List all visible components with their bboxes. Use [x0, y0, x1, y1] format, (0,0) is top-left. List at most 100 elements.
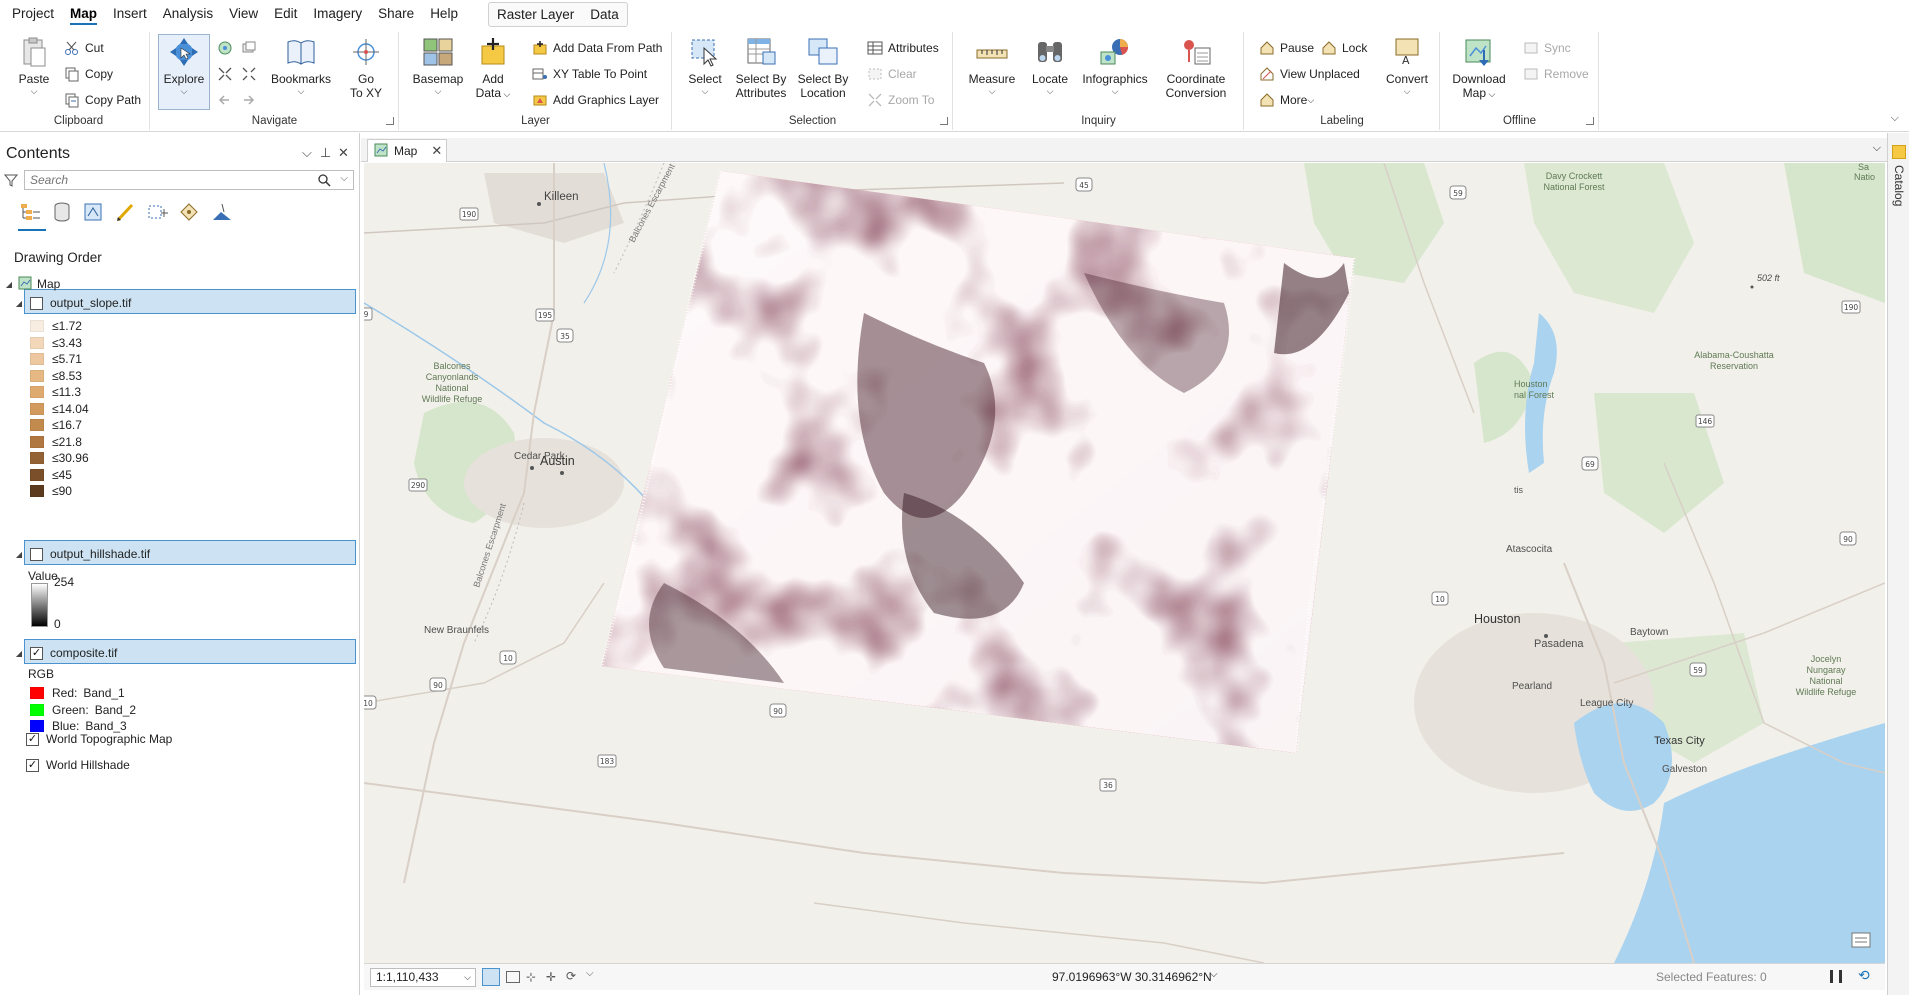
menu-tab-map[interactable]: Map [62, 0, 105, 28]
map-notes-icon[interactable] [1851, 932, 1871, 948]
basemap-label: Basemap [412, 72, 464, 86]
menu-tab-insert[interactable]: Insert [105, 0, 155, 28]
close-tab-icon[interactable]: ✕ [431, 143, 442, 159]
offline-dialog-launcher[interactable] [1586, 117, 1594, 125]
add-graphics-layer-button[interactable]: Add Graphics Layer [532, 90, 659, 110]
menu-tab-imagery[interactable]: Imagery [305, 0, 370, 28]
attributes-label: Attributes [888, 41, 939, 55]
options-chevron-icon[interactable]: ⌵ [586, 968, 594, 979]
context-tab-raster-layer[interactable]: Raster Layer [489, 3, 582, 26]
crosshair-toggle-icon[interactable]: ✛ [546, 970, 556, 984]
list-by-selection-icon[interactable] [82, 201, 114, 225]
sync-button[interactable]: Sync [1523, 38, 1571, 58]
menu-tab-help[interactable]: Help [422, 0, 466, 28]
layer-visibility-checkbox[interactable]: ✓ [30, 646, 43, 660]
search-icon[interactable] [318, 174, 331, 190]
layer-composite[interactable]: ◢ ✓ composite.tif [14, 642, 117, 664]
basemap-button[interactable]: Basemap ⌵ [408, 36, 468, 96]
expand-chevron-icon[interactable]: ◢ [14, 649, 24, 658]
layer-visibility-checkbox[interactable]: ✓ [26, 732, 39, 746]
scale-selector[interactable]: 1:1,110,433 ⌵ [370, 968, 476, 987]
bookmarks-button[interactable]: Bookmarks ⌵ [269, 36, 333, 96]
menu-tab-view[interactable]: View [221, 0, 266, 28]
layer-world-hillshade[interactable]: ✓ World Hillshade [26, 754, 130, 776]
fixed-zoom-out-button[interactable] [241, 64, 262, 84]
context-tab-data[interactable]: Data [582, 3, 627, 26]
layer-visibility-checkbox[interactable]: ✓ [26, 758, 39, 772]
refresh-icon[interactable]: ⟲ [1858, 967, 1870, 984]
refresh-rotation-icon[interactable]: ⟳ [566, 969, 576, 983]
map-view-tab[interactable]: Map ✕ [367, 139, 447, 162]
expand-chevron-icon[interactable]: ◢ [14, 550, 24, 559]
map-canvas[interactable]: Killeen Cedar Park Austin New Braunfels … [364, 163, 1885, 963]
coordinate-format-chevron-icon[interactable]: ⌵ [1210, 969, 1218, 980]
layer-visibility-checkbox[interactable] [30, 547, 43, 561]
full-extent-button[interactable] [217, 38, 238, 58]
remove-offline-button[interactable]: Remove [1523, 64, 1589, 84]
paste-button[interactable]: Paste ⌵ [12, 36, 56, 96]
snapping-icon[interactable]: ⊹ [526, 970, 536, 984]
coordinate-conversion-button[interactable]: Coordinate Conversion [1158, 36, 1234, 100]
clear-selection-button[interactable]: Clear [867, 64, 917, 84]
list-by-snapping-icon[interactable] [146, 201, 178, 225]
search-options-chevron-icon[interactable]: ⌵ [340, 173, 348, 184]
catalog-tab[interactable]: Catalog [1892, 165, 1906, 206]
measure-button[interactable]: Measure ⌵ [964, 36, 1020, 96]
convert-labels-button[interactable]: A Convert ⌵ [1379, 36, 1435, 96]
list-by-labeling-icon[interactable] [178, 201, 210, 225]
layer-output-slope[interactable]: ◢ output_slope.tif [14, 292, 131, 314]
select-button[interactable]: Select ⌵ [683, 36, 727, 96]
locate-button[interactable]: Locate ⌵ [1024, 36, 1076, 96]
add-data-button[interactable]: Add Data ⌵ [470, 36, 516, 101]
menu-tab-project[interactable]: Project [4, 0, 62, 28]
expand-chevron-icon[interactable]: ◢ [14, 299, 24, 308]
select-by-attributes-button[interactable]: Select By Attributes [731, 36, 791, 100]
contents-search-input[interactable] [25, 171, 315, 189]
lock-labels-button[interactable]: Lock [1321, 38, 1367, 58]
menu-tab-share[interactable]: Share [370, 0, 422, 28]
close-pane-icon[interactable]: ✕ [338, 145, 349, 161]
list-by-perspective-imagery-icon[interactable] [210, 201, 242, 225]
zoom-to-selection-button[interactable]: Zoom To [867, 90, 934, 110]
grid-toggle-icon[interactable] [482, 968, 500, 986]
select-by-location-button[interactable]: Select By Location [793, 36, 853, 100]
list-by-editing-icon[interactable] [114, 201, 146, 225]
table-icon [867, 40, 883, 56]
go-to-xy-button[interactable]: Go To XY [341, 36, 391, 100]
xy-table-to-point-button[interactable]: XY Table To Point [532, 64, 647, 84]
cut-button[interactable]: Cut [64, 38, 104, 58]
layer-visibility-checkbox[interactable] [30, 296, 43, 310]
pause-drawing-icon[interactable] [1830, 970, 1842, 983]
pause-labeling-button[interactable]: Pause [1259, 38, 1314, 58]
labeling-more-button[interactable]: More ⌵ [1259, 90, 1314, 110]
forward-button[interactable] [241, 90, 262, 110]
attributes-button[interactable]: Attributes [867, 38, 939, 58]
previous-extent-button[interactable] [241, 38, 262, 58]
menu-tab-analysis[interactable]: Analysis [155, 0, 221, 28]
download-map-button[interactable]: Download Map ⌵ [1449, 36, 1509, 101]
list-by-source-icon[interactable] [50, 201, 82, 225]
list-by-drawing-order-icon[interactable] [18, 201, 50, 225]
navigate-dialog-launcher[interactable] [386, 117, 394, 125]
view-unplaced-button[interactable]: View Unplaced [1259, 64, 1360, 84]
ribbon-collapse-chevron-icon[interactable]: ⌵ [1891, 112, 1899, 125]
layer-world-topographic-map[interactable]: ✓ World Topographic Map [26, 728, 172, 750]
expand-chevron-icon[interactable]: ◢ [4, 280, 14, 289]
tab-list-chevron-icon[interactable]: ⌵ [1873, 142, 1881, 155]
selection-dialog-launcher[interactable] [940, 117, 948, 125]
copy-button[interactable]: Copy [64, 64, 113, 84]
pane-options-chevron-icon[interactable]: ⌵ [302, 145, 312, 161]
select-by-attributes-label-2: Attributes [735, 86, 787, 100]
table-grid-icon[interactable] [506, 971, 520, 983]
layer-output-hillshade[interactable]: ◢ output_hillshade.tif [14, 543, 150, 565]
infographics-button[interactable]: Infographics ⌵ [1078, 36, 1152, 96]
copy-path-button[interactable]: Copy Path [64, 90, 141, 110]
pin-icon[interactable]: ⊥ [320, 145, 331, 161]
filter-icon[interactable] [3, 173, 19, 187]
fixed-zoom-in-button[interactable] [217, 64, 238, 84]
catalog-icon[interactable] [1892, 145, 1906, 159]
add-data-from-path-button[interactable]: Add Data From Path [532, 38, 662, 58]
explore-button[interactable]: Explore ⌵ [161, 36, 207, 96]
menu-tab-edit[interactable]: Edit [266, 0, 305, 28]
back-button[interactable] [217, 90, 238, 110]
